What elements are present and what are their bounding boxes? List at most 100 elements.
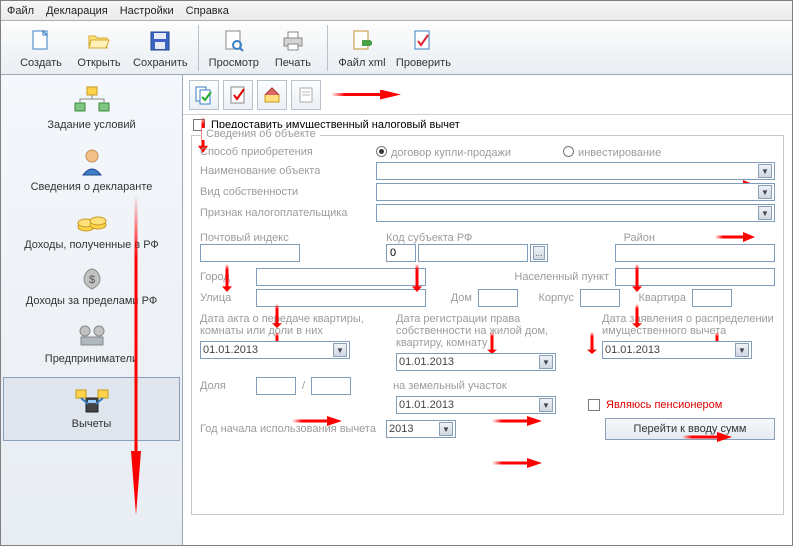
menu-settings[interactable]: Настройки (120, 5, 174, 17)
locality-input[interactable] (615, 268, 775, 286)
date-land-label: на земельный участок (393, 380, 507, 392)
toolbar-create[interactable]: Создать (17, 27, 65, 69)
toolbar-preview[interactable]: Просмотр (209, 27, 259, 69)
coins-icon (76, 209, 108, 235)
nav-income-rf[interactable]: Доходы, полученные в РФ (1, 203, 182, 261)
sub-toolbar (183, 75, 792, 115)
year-start-picker[interactable]: 2013▼ (386, 420, 456, 438)
chevron-down-icon: ▼ (539, 398, 553, 412)
ownership-label: Вид собственности (200, 186, 370, 198)
annotation-arrow (331, 90, 401, 100)
docs-check-icon (194, 85, 214, 105)
tb2-btn-4[interactable] (291, 80, 321, 110)
year-start-label: Год начала использования вычета (200, 423, 380, 435)
radio-contract[interactable]: договор купли-продажи (376, 145, 511, 159)
toolbar-xml[interactable]: Файл xml (338, 27, 386, 69)
street-input[interactable] (256, 289, 426, 307)
nav-deductions[interactable]: Вычеты (3, 377, 180, 441)
acq-method-label: Способ приобретения (200, 146, 370, 158)
toolbar-save[interactable]: Сохранить (133, 27, 188, 69)
chevron-down-icon: ▼ (439, 422, 453, 436)
district-input[interactable] (615, 244, 775, 262)
ownership-combo[interactable]: ▼ (376, 183, 775, 201)
app-window: Файл Декларация Настройки Справка Создат… (0, 0, 793, 546)
new-doc-icon (29, 27, 53, 55)
xml-icon (350, 27, 374, 55)
region-code-input[interactable] (386, 244, 416, 262)
menu-declaration[interactable]: Декларация (46, 5, 108, 17)
chevron-down-icon: ▼ (758, 185, 772, 199)
pensioner-label: Являюсь пенсионером (606, 399, 722, 411)
date-app-label: Дата заявления о распределении имуществе… (602, 313, 775, 337)
preview-icon (222, 27, 246, 55)
goto-sums-button[interactable]: Перейти к вводу сумм (605, 418, 775, 440)
check-icon (411, 27, 435, 55)
date-reg-picker[interactable]: 01.01.2013▼ (396, 353, 556, 371)
annotation-arrow (492, 458, 542, 468)
share-den-input[interactable] (311, 377, 351, 395)
side-nav: Задание условий Сведения о декларанте До… (1, 75, 183, 545)
person-icon (77, 147, 107, 177)
open-folder-icon (87, 27, 111, 55)
date-act-picker[interactable]: 01.01.2013▼ (200, 341, 350, 359)
share-num-input[interactable] (256, 377, 296, 395)
date-app-picker[interactable]: 01.01.2013▼ (602, 341, 752, 359)
menu-help[interactable]: Справка (186, 5, 229, 17)
chevron-down-icon: ▼ (539, 355, 553, 369)
region-code-label: Код субъекта РФ (386, 232, 472, 244)
body: Задание условий Сведения о декларанте До… (1, 75, 792, 545)
toolbar-print[interactable]: Печать (269, 27, 317, 69)
region-lookup-button[interactable]: … (530, 244, 548, 262)
print-icon (281, 27, 305, 55)
chevron-down-icon: ▼ (758, 206, 772, 220)
date-act-label: Дата акта о передаче квартиры, комнаты и… (200, 313, 390, 337)
nav-entrepreneur[interactable]: Предприниматели (1, 317, 182, 375)
tb2-btn-3[interactable] (257, 80, 287, 110)
taxpayer-sign-label: Признак налогоплательщика (200, 207, 370, 219)
toolbar-check[interactable]: Проверить (396, 27, 451, 69)
nav-conditions[interactable]: Задание условий (1, 79, 182, 141)
main-panel: Предоставить имущественный налоговый выч… (183, 75, 792, 545)
share-label: Доля (200, 380, 250, 392)
date-land-picker[interactable]: 01.01.2013▼ (396, 396, 556, 414)
flat-input[interactable] (692, 289, 732, 307)
menu-bar: Файл Декларация Настройки Справка (1, 1, 792, 21)
main-toolbar: Создать Открыть Сохранить Просмотр (1, 21, 792, 75)
handshake-icon (75, 323, 109, 349)
tb2-btn-2[interactable] (223, 80, 253, 110)
object-info-group: Сведения об объекте Способ приобретения … (191, 135, 784, 515)
locality-label: Населенный пункт (432, 271, 609, 283)
pensioner-checkbox[interactable] (588, 399, 600, 411)
taxpayer-sign-combo[interactable]: ▼ (376, 204, 775, 222)
region-name-input (418, 244, 528, 262)
postal-input[interactable] (200, 244, 300, 262)
city-label: Город (200, 271, 250, 283)
nav-declarant[interactable]: Сведения о декларанте (1, 141, 182, 203)
calc-icon (72, 384, 112, 414)
date-reg-label: Дата регистрации права собственности на … (396, 313, 596, 349)
page-icon (296, 85, 316, 105)
tb2-btn-1[interactable] (189, 80, 219, 110)
postal-label: Почтовый индекс (200, 232, 289, 244)
house-input[interactable] (478, 289, 518, 307)
radio-invest[interactable]: инвестирование (563, 145, 661, 159)
house-label: Дом (432, 292, 472, 304)
city-input[interactable] (256, 268, 426, 286)
chevron-down-icon: ▼ (758, 164, 772, 178)
nav-income-foreign[interactable]: $ Доходы за пределами РФ (1, 261, 182, 317)
flat-label: Квартира (626, 292, 686, 304)
building-input[interactable] (580, 289, 620, 307)
save-icon (148, 27, 172, 55)
house-icon (262, 85, 282, 105)
building-label: Корпус (524, 292, 574, 304)
street-label: Улица (200, 292, 250, 304)
chevron-down-icon: ▼ (333, 343, 347, 357)
doc-redcheck-icon (228, 85, 248, 105)
chevron-down-icon: ▼ (735, 343, 749, 357)
object-name-combo[interactable]: ▼ (376, 162, 775, 180)
toolbar-open[interactable]: Открыть (75, 27, 123, 69)
hierarchy-icon (72, 85, 112, 115)
svg-text:$: $ (88, 274, 94, 286)
group-legend: Сведения об объекте (202, 128, 320, 140)
menu-file[interactable]: Файл (7, 5, 34, 17)
